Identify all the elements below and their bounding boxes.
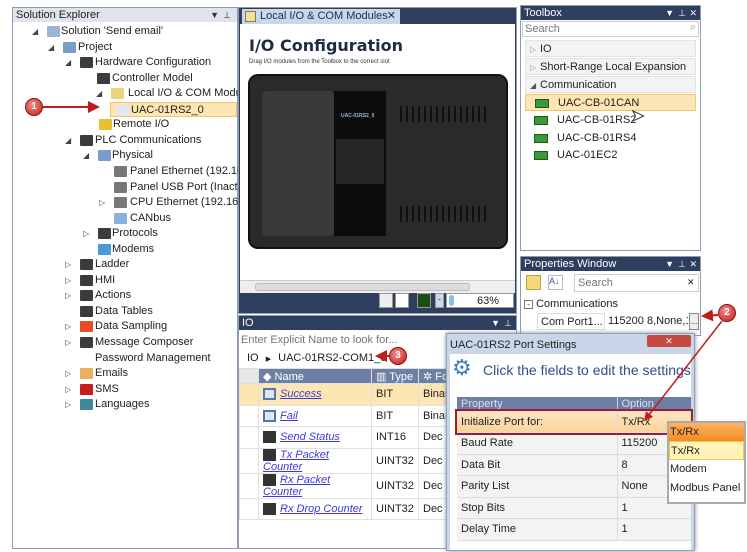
callout-3: 3 (389, 347, 407, 365)
callout-1: 1 (25, 98, 43, 116)
callout-2: 2 (718, 304, 736, 322)
arrow-2b (644, 320, 723, 422)
callout-arrows (43, 101, 723, 422)
arrow-2a (701, 309, 719, 322)
